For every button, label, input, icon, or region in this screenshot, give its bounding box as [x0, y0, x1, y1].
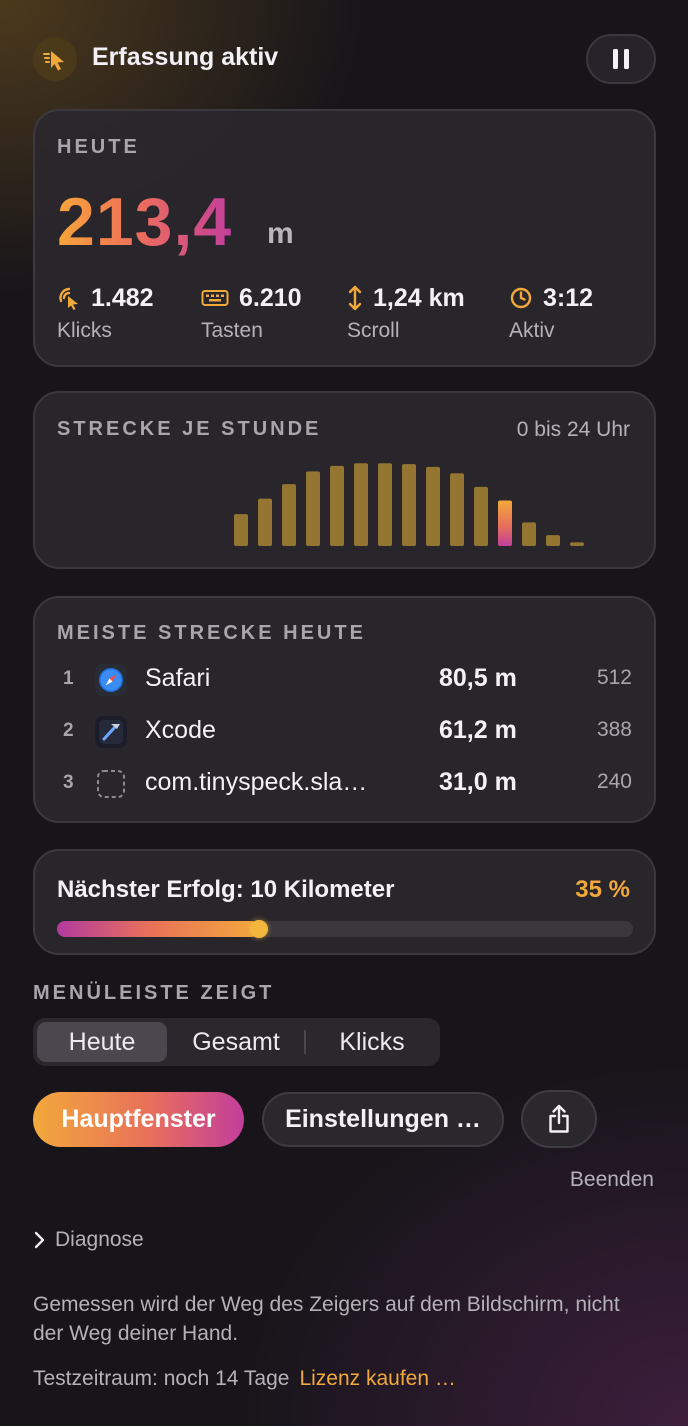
hour-bar [402, 464, 416, 546]
hour-bar [354, 463, 368, 546]
app-distance: 61,2 m [439, 716, 517, 744]
list-item[interactable]: 3 com.tinyspeck.sla… 31,0 m 240 [35, 764, 654, 804]
stat-keys: 6.210 Tasten [201, 283, 302, 343]
app-click-count: 240 [596, 770, 632, 793]
today-caption: HEUTE [57, 136, 140, 158]
app-click-count: 512 [596, 666, 632, 689]
stat-label: Tasten [201, 319, 263, 342]
stat-scroll: 1,24 km Scroll [347, 283, 465, 343]
xcode-icon [95, 716, 127, 748]
stat-value: 1,24 km [373, 283, 465, 312]
scroll-arrows-icon [348, 285, 362, 311]
info-note: Gemessen wird der Weg des Zeigers auf de… [33, 1293, 620, 1345]
stat-active: 3:12 Aktiv [509, 283, 593, 343]
stat-label: Klicks [57, 319, 112, 342]
list-item[interactable]: 2 Xcode 61,2 m 388 [35, 712, 654, 752]
achievement-progress-fill [57, 921, 259, 937]
app-name: Xcode [145, 716, 216, 744]
diagnose-disclosure[interactable]: Diagnose [33, 1228, 144, 1252]
status-title: Erfassung aktiv [92, 43, 279, 71]
hour-bar [258, 498, 272, 546]
chevron-right-icon [34, 1231, 45, 1249]
achievement-card: Nächster Erfolg: 10 Kilometer 35 % [33, 849, 656, 955]
hour-bar [234, 514, 248, 546]
placeholder-app-icon [97, 770, 125, 798]
keyboard-icon [201, 290, 229, 306]
stat-label: Aktiv [509, 319, 555, 342]
app-distance: 31,0 m [439, 768, 517, 796]
menubar-segmented-control: Heute Gesamt Klicks [33, 1018, 440, 1066]
stat-label: Scroll [347, 319, 400, 342]
hour-bar [426, 466, 440, 546]
hour-bar [306, 471, 320, 546]
hour-bar [378, 463, 392, 546]
pause-button[interactable] [586, 34, 656, 84]
hour-bar [570, 542, 584, 546]
app-rank: 3 [63, 772, 74, 793]
stat-value: 1.482 [91, 283, 154, 312]
settings-button[interactable]: Einstellungen … [262, 1092, 504, 1147]
app-name: com.tinyspeck.sla… [145, 768, 368, 796]
segment-heute[interactable]: Heute [37, 1022, 167, 1062]
app-distance: 80,5 m [439, 664, 517, 692]
hour-bar-current [498, 500, 512, 546]
trial-status: Testzeitraum: noch 14 Tage Lizenz kaufen… [33, 1367, 456, 1391]
achievement-progress-knob [249, 920, 268, 938]
app-click-count: 388 [596, 718, 632, 741]
click-icon [59, 287, 78, 310]
hour-bar [546, 535, 560, 546]
segment-gesamt[interactable]: Gesamt [169, 1022, 303, 1062]
hour-bar [330, 465, 344, 546]
trial-text: Testzeitraum: noch 14 Tage [33, 1367, 290, 1390]
stat-clicks: 1.482 Klicks [57, 283, 154, 343]
segment-klicks[interactable]: Klicks [307, 1022, 437, 1062]
today-distance: 213,4 [57, 184, 233, 260]
share-icon [549, 1104, 569, 1133]
achievement-percent: 35 % [575, 876, 630, 903]
segment-divider [304, 1030, 306, 1054]
diagnose-label: Diagnose [55, 1228, 144, 1251]
top-apps-caption: MEISTE STRECKE HEUTE [57, 622, 366, 644]
hour-bar [474, 486, 488, 546]
hour-bar [282, 484, 296, 546]
main-window-button[interactable]: Hauptfenster [33, 1092, 244, 1147]
clock-icon [510, 287, 532, 309]
share-button[interactable] [521, 1090, 597, 1148]
app-rank: 2 [63, 720, 74, 741]
pause-icon [613, 49, 629, 69]
hour-bar [522, 522, 536, 546]
cursor-icon [33, 37, 77, 81]
today-distance-unit: m [267, 217, 294, 250]
list-item[interactable]: 1 Safari 80,5 m 512 [35, 660, 654, 700]
hourly-bar-chart [234, 463, 584, 546]
stat-value: 3:12 [543, 283, 594, 312]
hourly-chart-card: STRECKE JE STUNDE 0 bis 24 Uhr [33, 391, 656, 569]
buy-license-link[interactable]: Lizenz kaufen … [299, 1367, 455, 1391]
achievement-progress-bar [57, 920, 633, 938]
today-card: HEUTE 213,4 m 1.482 Klicks 6.210 Tasten [33, 109, 656, 367]
top-apps-card: MEISTE STRECKE HEUTE 1 Safari 80,5 m 512… [33, 596, 656, 823]
hour-bar [450, 473, 464, 546]
safari-icon [95, 664, 127, 696]
stat-value: 6.210 [239, 283, 302, 312]
menubar-caption: MENÜLEISTE ZEIGT [33, 982, 275, 1004]
quit-link[interactable]: Beenden [570, 1168, 654, 1192]
app-rank: 1 [63, 668, 74, 689]
achievement-title: Nächster Erfolg: 10 Kilometer [57, 876, 395, 903]
app-name: Safari [145, 664, 211, 692]
